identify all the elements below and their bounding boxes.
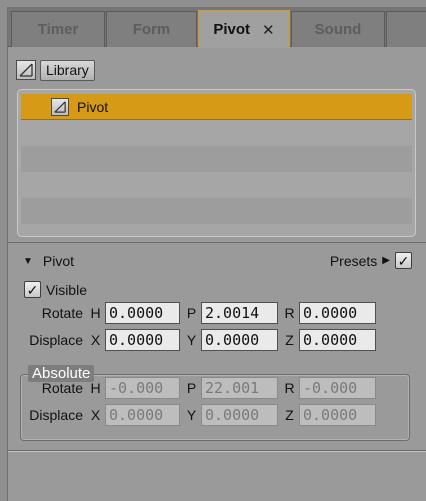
library-toolbar: Library (16, 59, 95, 81)
absolute-rotate-r-field: -0.000 (299, 377, 376, 399)
rotate-p-field[interactable]: 2.0014 (201, 302, 278, 324)
presets-label[interactable]: Presets (330, 253, 377, 269)
tab-overflow[interactable] (386, 11, 426, 47)
list-item-label: Pivot (77, 98, 109, 115)
tab-form[interactable]: Form (106, 11, 197, 47)
tab-sound[interactable]: Sound (291, 11, 385, 47)
divider (8, 242, 426, 243)
rotate-label: Rotate (41, 305, 83, 321)
axis-x-label: X (90, 407, 101, 423)
layer-icon[interactable] (16, 60, 36, 80)
axis-p-label: P (186, 380, 197, 396)
play-arrow-icon[interactable]: ▶ (382, 255, 390, 266)
visible-label: Visible (46, 281, 87, 298)
rotate-label: Rotate (41, 380, 83, 396)
close-icon[interactable]: ✕ (262, 21, 275, 39)
axis-h-label: H (90, 305, 101, 321)
tab-label: Timer (37, 21, 79, 38)
axis-r-label: R (284, 305, 295, 321)
presets-control: Presets ▶ ✓ (330, 252, 412, 269)
displace-row: Displace X 0.0000 Y 0.0000 Z 0.0000 (8, 329, 380, 351)
empty-row (21, 172, 412, 198)
empty-row (21, 120, 412, 146)
absolute-displace-x-field: 0.0000 (105, 404, 180, 426)
section-title: Pivot (42, 253, 75, 269)
presets-checkbox[interactable]: ✓ (395, 252, 412, 269)
rotate-row: Rotate H 0.0000 P 2.0014 R 0.0000 (8, 302, 380, 324)
absolute-displace-y-field: 0.0000 (201, 404, 278, 426)
empty-row (21, 146, 412, 172)
axis-y-label: Y (186, 407, 197, 423)
absolute-rotate-p-field: 22.001 (201, 377, 278, 399)
divider-highlight (8, 451, 426, 452)
tab-timer[interactable]: Timer (11, 11, 105, 47)
pivot-section-header[interactable]: ▼ Pivot (23, 253, 74, 269)
axis-y-label: Y (186, 332, 197, 348)
tab-label: Sound (314, 21, 362, 38)
tab-pivot[interactable]: Pivot ✕ (198, 10, 290, 48)
axis-r-label: R (284, 380, 295, 396)
list-item[interactable]: Pivot (21, 94, 412, 120)
axis-p-label: P (186, 305, 197, 321)
displace-z-field[interactable]: 0.0000 (299, 329, 376, 351)
displace-x-field[interactable]: 0.0000 (105, 329, 180, 351)
empty-row (21, 198, 412, 224)
rotate-r-field[interactable]: 0.0000 (299, 302, 376, 324)
displace-label: Displace (29, 332, 83, 348)
library-list: Pivot (17, 89, 416, 237)
axis-h-label: H (90, 380, 101, 396)
visible-toggle: ✓ Visible (24, 281, 87, 298)
axis-z-label: Z (285, 332, 294, 348)
absolute-displace-row: Displace X 0.0000 Y 0.0000 Z 0.0000 (8, 404, 380, 426)
visible-checkbox[interactable]: ✓ (24, 281, 41, 298)
layer-icon (51, 97, 69, 116)
pivot-panel: Timer Form Pivot ✕ Sound Library Pivot ▼… (7, 7, 426, 501)
displace-y-field[interactable]: 0.0000 (201, 329, 278, 351)
tab-label: Pivot (213, 21, 251, 38)
tab-bar: Timer Form Pivot ✕ Sound (8, 7, 426, 48)
axis-z-label: Z (285, 407, 294, 423)
absolute-rotate-h-field: -0.000 (105, 377, 180, 399)
axis-x-label: X (90, 332, 101, 348)
collapse-triangle-icon[interactable]: ▼ (23, 256, 33, 267)
tab-label: Form (132, 21, 171, 38)
rotate-h-field[interactable]: 0.0000 (105, 302, 180, 324)
absolute-rotate-row: Rotate H -0.000 P 22.001 R -0.000 (8, 377, 380, 399)
library-button[interactable]: Library (40, 59, 95, 81)
displace-label: Displace (29, 407, 83, 423)
absolute-displace-z-field: 0.0000 (299, 404, 376, 426)
